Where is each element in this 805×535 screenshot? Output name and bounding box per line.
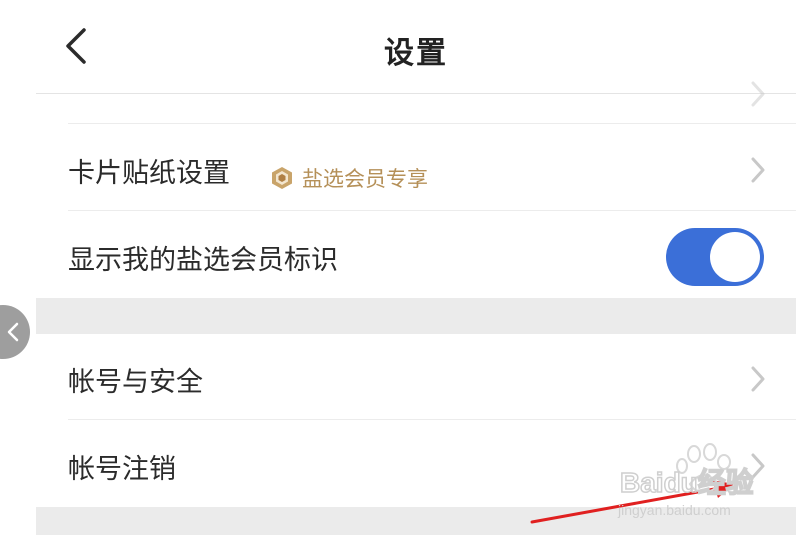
row-label: 卡片贴纸设置 [68, 158, 230, 189]
page-title: 设置 [384, 36, 448, 71]
chevron-right-icon [751, 81, 765, 107]
show-badge-toggle[interactable] [666, 228, 764, 286]
top-nav-bar: 设置 [36, 0, 796, 94]
crown-hexagon-icon [272, 167, 292, 189]
row-divider [68, 419, 796, 420]
row-label: 帐号与安全 [68, 367, 203, 398]
row-divider [68, 210, 796, 211]
row-label: 帐号注销 [68, 454, 176, 485]
settings-row-card-sticker[interactable]: 卡片贴纸设置 盐选会员专享 [36, 125, 796, 211]
section-separator [36, 298, 796, 334]
list-item-partial[interactable] [36, 81, 796, 124]
side-back-icon [7, 322, 19, 342]
settings-row-account-security[interactable]: 帐号与安全 [36, 334, 796, 420]
toggle-knob [710, 232, 760, 282]
chevron-right-icon [751, 366, 765, 392]
row-label: 显示我的盐选会员标识 [68, 245, 338, 276]
red-arrow-annotation [530, 480, 734, 524]
vip-badge: 盐选会员专享 [270, 163, 428, 193]
settings-row-show-badge: 显示我的盐选会员标识 [36, 212, 796, 298]
row-divider [68, 123, 796, 124]
badge-label: 盐选会员专享 [302, 167, 428, 191]
side-back-button[interactable] [0, 305, 30, 359]
chevron-right-icon [751, 157, 765, 183]
settings-screen: 设置 卡片贴纸设置 盐选会员专享 显示我的盐选会员标识 帐号与安全 帐号注销 [36, 0, 796, 535]
